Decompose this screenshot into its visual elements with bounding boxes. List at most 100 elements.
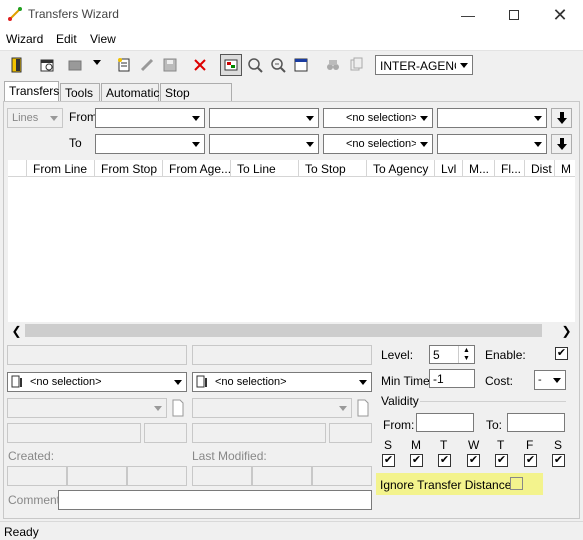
column-header[interactable]: To Agency: [367, 160, 435, 177]
tab-transfers[interactable]: Transfers: [4, 81, 59, 102]
column-header[interactable]: From Stop: [95, 160, 163, 177]
day-checkbox-sat[interactable]: [552, 454, 565, 467]
to-agency-select[interactable]: <no selection>: [323, 134, 433, 154]
day-checkbox-tue[interactable]: [438, 454, 451, 467]
to-label: To: [69, 136, 82, 150]
arrow-down-icon: [556, 138, 567, 150]
enable-checkbox[interactable]: [555, 347, 568, 360]
layers-icon: [66, 54, 84, 76]
scrollbar-thumb[interactable]: [25, 324, 542, 337]
from-stop-select[interactable]: [209, 108, 319, 128]
map-view-icon[interactable]: [220, 54, 242, 76]
day-checkbox-wed[interactable]: [467, 454, 480, 467]
to-route-select: [192, 398, 352, 418]
delete-icon[interactable]: [189, 54, 211, 76]
document-icon: [170, 399, 186, 417]
column-header[interactable]: Fl...: [495, 160, 525, 177]
to-apply-button[interactable]: [551, 134, 572, 154]
menu-view[interactable]: View: [90, 32, 116, 46]
status-text: Ready: [4, 525, 39, 539]
from-extra-select[interactable]: [437, 108, 547, 128]
day-label-sun: S: [384, 438, 393, 452]
to-stop-select[interactable]: [209, 134, 319, 154]
min-time-label: Min Time:: [381, 374, 434, 388]
created-time-field: [127, 466, 187, 486]
chevron-down-icon: [355, 374, 370, 390]
validity-to-input[interactable]: [507, 413, 565, 432]
from-apply-button[interactable]: [551, 108, 572, 128]
from-stop-detail-select[interactable]: <no selection>: [7, 372, 187, 392]
chevron-down-icon: [302, 110, 317, 126]
comment-input[interactable]: [58, 490, 372, 510]
agency-select[interactable]: INTER-AGENCY: [375, 55, 473, 75]
app-icon: [7, 6, 23, 22]
from-line-select[interactable]: [95, 108, 205, 128]
column-header[interactable]: M: [555, 160, 575, 177]
column-header[interactable]: To Stop: [299, 160, 367, 177]
tab-stop-clusters[interactable]: Stop Clusters: [160, 83, 232, 114]
column-header[interactable]: M...: [463, 160, 495, 177]
cost-select[interactable]: -: [534, 370, 566, 390]
zoom-in-icon[interactable]: [244, 54, 266, 76]
pencil-icon: [136, 54, 158, 76]
properties-icon[interactable]: [36, 54, 58, 76]
day-checkbox-sun[interactable]: [382, 454, 395, 467]
day-label-mon: M: [411, 438, 421, 452]
column-header-select[interactable]: [8, 160, 27, 177]
from-offset-field: [144, 423, 187, 443]
minimize-button[interactable]: —: [445, 0, 491, 30]
day-label-fri: F: [526, 438, 534, 452]
chevron-down-icon: [46, 110, 61, 126]
menu-edit[interactable]: Edit: [56, 32, 77, 46]
column-header[interactable]: To Line: [231, 160, 299, 177]
scroll-left-icon[interactable]: ❮: [8, 322, 25, 339]
window-icon[interactable]: [290, 54, 312, 76]
from-time-field: [7, 423, 141, 443]
maximize-button[interactable]: [491, 0, 537, 30]
from-agency-select[interactable]: <no selection>: [323, 108, 433, 128]
day-label-tue: T: [440, 438, 448, 452]
bus-stop-icon: [11, 375, 22, 388]
to-extra-select[interactable]: [437, 134, 547, 154]
day-label-thu: T: [497, 438, 505, 452]
day-checkbox-thu[interactable]: [495, 454, 508, 467]
column-header[interactable]: From Line: [27, 160, 95, 177]
to-line-select[interactable]: [95, 134, 205, 154]
transfers-list[interactable]: [8, 177, 575, 322]
close-button[interactable]: ✕: [537, 0, 583, 30]
created-date-field: [67, 466, 127, 486]
menu-bar: [0, 30, 583, 50]
to-stop-detail-select[interactable]: <no selection>: [192, 372, 372, 392]
validity-label: Validity: [381, 394, 419, 408]
column-header[interactable]: Dist: [525, 160, 555, 177]
ignore-distance-checkbox[interactable]: [510, 477, 523, 490]
to-info-field: [192, 345, 372, 365]
level-spinner[interactable]: ▲ ▼: [458, 346, 474, 363]
zoom-out-icon[interactable]: [267, 54, 289, 76]
layers-dropdown-arrow[interactable]: [93, 60, 101, 65]
scroll-right-icon[interactable]: ❯: [558, 322, 575, 339]
day-checkbox-mon[interactable]: [410, 454, 423, 467]
from-label: From: [69, 110, 97, 124]
arrow-down-icon: [556, 112, 567, 124]
spin-up-icon[interactable]: ▲: [459, 346, 474, 354]
new-document-icon[interactable]: [113, 54, 135, 76]
menu-wizard[interactable]: Wizard: [6, 32, 43, 46]
column-header[interactable]: Lvl: [435, 160, 463, 177]
column-header[interactable]: From Age...: [163, 160, 231, 177]
to-time-field: [192, 423, 326, 443]
spin-down-icon[interactable]: ▼: [459, 354, 474, 362]
exit-icon[interactable]: [6, 54, 28, 76]
day-checkbox-fri[interactable]: [524, 454, 537, 467]
status-bar: [0, 521, 583, 540]
chevron-down-icon: [335, 400, 350, 416]
day-label-sat: S: [554, 438, 563, 452]
validity-from-input[interactable]: [416, 413, 474, 432]
validity-divider: [420, 401, 566, 402]
chevron-down-icon: [416, 110, 431, 126]
min-time-value: -1: [433, 372, 444, 386]
tab-automatic[interactable]: Automatic: [101, 83, 159, 102]
min-time-input[interactable]: -1: [429, 369, 475, 388]
from-info-field: [7, 345, 187, 365]
tab-tools[interactable]: Tools: [60, 83, 100, 102]
